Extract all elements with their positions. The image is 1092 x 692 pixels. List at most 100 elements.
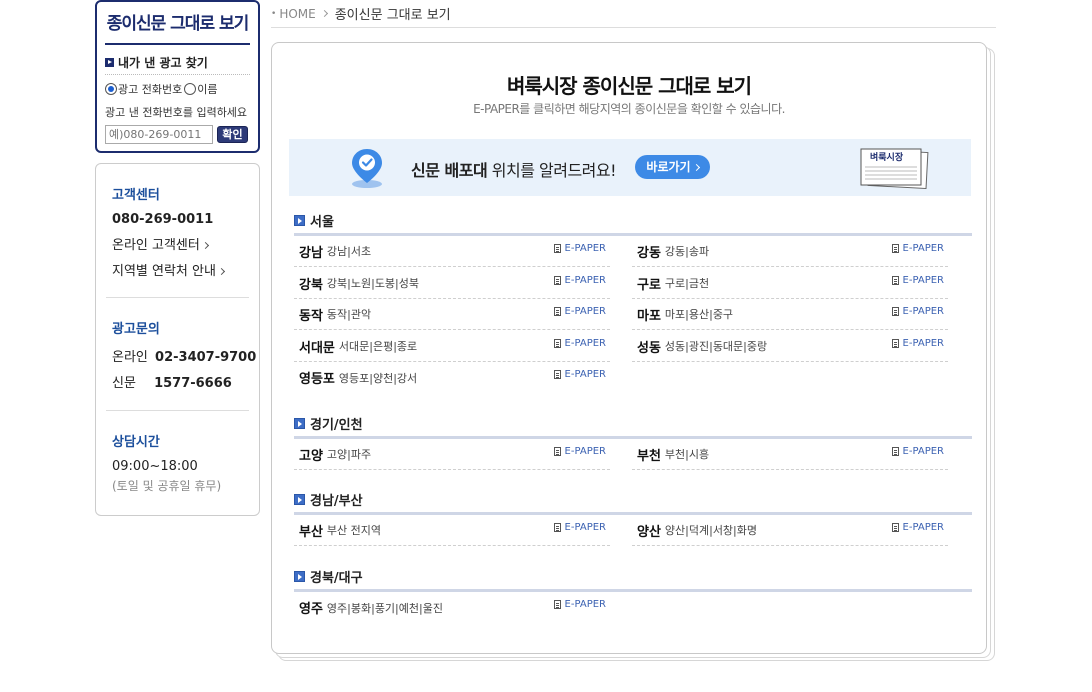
goto-button[interactable]: 바로가기 xyxy=(635,155,710,179)
epaper-panel: 벼룩시장 종이신문 그대로 보기 E-PAPER를 클릭하면 해당지역의 종이신… xyxy=(271,42,987,654)
epaper-link[interactable]: E-PAPER xyxy=(553,446,606,457)
regional-contact-label[interactable]: 지역별 연락처 안내 xyxy=(112,264,216,279)
ad-paper-phone: 1577-6666 xyxy=(154,376,232,391)
goto-button-label[interactable]: 바로가기 xyxy=(646,160,690,174)
newspaper-icon: 벼룩시장 xyxy=(860,148,929,189)
region-item-name: 구로 xyxy=(637,277,661,293)
region-item: 영등포 영등포|양천|강서 E-PAPER xyxy=(294,362,610,393)
region-name: 서울 xyxy=(310,214,334,230)
region-item-name: 동작 xyxy=(299,308,323,324)
search-hint: 광고 낸 전화번호를 입력하세요 xyxy=(105,106,248,119)
region-item-name: 부산 xyxy=(299,524,323,540)
epaper-label[interactable]: E-PAPER xyxy=(903,446,944,457)
radio-phone-label[interactable]: 광고 전화번호 xyxy=(118,81,182,97)
bullet-arrow-icon xyxy=(294,417,305,429)
regional-contact-link[interactable]: 지역별 연락처 안내 xyxy=(112,260,243,279)
hours-note: (토일 및 공휴일 휴무) xyxy=(112,479,222,493)
epaper-label[interactable]: E-PAPER xyxy=(565,243,606,254)
epaper-link[interactable]: E-PAPER xyxy=(553,599,606,610)
customer-center-heading: 고객센터 xyxy=(112,188,160,203)
find-my-ad-heading: 내가 낸 광고 찾기 xyxy=(105,51,250,75)
epaper-link[interactable]: E-PAPER xyxy=(553,243,606,254)
ad-paper-row: 신문 1577-6666 xyxy=(112,372,243,391)
ad-search-box: 종이신문 그대로 보기 내가 낸 광고 찾기 광고 전화번호 이름 광고 낸 전… xyxy=(95,0,260,153)
phone-input[interactable] xyxy=(105,125,213,144)
region-item-name: 영등포 xyxy=(299,372,335,387)
region-item-name: 부천 xyxy=(637,448,661,464)
radio-phone[interactable] xyxy=(105,83,117,95)
search-input-row: 확인 xyxy=(105,125,250,144)
region-item: 고양 고양|파주 E-PAPER xyxy=(294,439,610,470)
epaper-link[interactable]: E-PAPER xyxy=(553,522,606,533)
region-seoul: 서울 강남 강남|서초 E-PAPER 강동 강동|송파 E-PAPER 강북 … xyxy=(294,210,972,387)
online-cs-link[interactable]: 온라인 고객센터 xyxy=(112,234,243,253)
epaper-label[interactable]: E-PAPER xyxy=(565,446,606,457)
epaper-link[interactable]: E-PAPER xyxy=(891,306,944,317)
epaper-link[interactable]: E-PAPER xyxy=(891,446,944,457)
search-type-radios: 광고 전화번호 이름 xyxy=(105,81,250,97)
distribution-banner[interactable]: 신문 배포대 위치를 알려드려요! 바로가기 벼룩시장 xyxy=(289,139,971,196)
epaper-label[interactable]: E-PAPER xyxy=(903,275,944,286)
hours-value: 09:00~18:00 xyxy=(112,459,198,474)
region-item-areas: 부천|시흥 xyxy=(664,448,710,461)
region-gyeongnam-busan: 경남/부산 부산 부산 전지역 E-PAPER 양산 양산|덕계|서창|화명 E… xyxy=(294,489,972,546)
document-icon xyxy=(891,276,899,285)
online-cs-label[interactable]: 온라인 고객센터 xyxy=(112,238,200,253)
banner-text: 신문 배포대 위치를 알려드려요! xyxy=(411,157,617,181)
region-item-areas: 성동|광진|동대문|중랑 xyxy=(664,340,768,353)
epaper-label[interactable]: E-PAPER xyxy=(565,338,606,349)
bullet-arrow-icon xyxy=(294,214,305,226)
bullet-arrow-icon xyxy=(294,493,305,505)
epaper-link[interactable]: E-PAPER xyxy=(891,338,944,349)
ad-inquiry-heading: 광고문의 xyxy=(112,322,160,337)
region-item-areas: 강북|노원|도봉|성북 xyxy=(326,277,419,290)
region-heading: 경남/부산 xyxy=(294,489,972,509)
region-item: 양산 양산|덕계|서창|화명 E-PAPER xyxy=(632,515,948,546)
region-name: 경남/부산 xyxy=(310,493,363,509)
region-name: 경기/인천 xyxy=(310,417,363,433)
document-icon xyxy=(553,447,561,456)
epaper-link[interactable]: E-PAPER xyxy=(553,306,606,317)
epaper-label[interactable]: E-PAPER xyxy=(903,243,944,254)
breadcrumb-current: 종이신문 그대로 보기 xyxy=(334,8,451,23)
epaper-link[interactable]: E-PAPER xyxy=(891,275,944,286)
radio-name-label[interactable]: 이름 xyxy=(197,81,217,97)
epaper-link[interactable]: E-PAPER xyxy=(891,243,944,254)
epaper-label[interactable]: E-PAPER xyxy=(903,306,944,317)
newspaper-label: 벼룩시장 xyxy=(870,151,904,163)
document-icon xyxy=(553,370,561,379)
epaper-link[interactable]: E-PAPER xyxy=(553,338,606,349)
radio-name[interactable] xyxy=(184,83,197,95)
ad-online-row: 온라인 02-3407-9700 xyxy=(112,346,256,365)
epaper-link[interactable]: E-PAPER xyxy=(553,369,606,380)
chevron-right-icon xyxy=(692,163,700,172)
epaper-label[interactable]: E-PAPER xyxy=(565,599,606,610)
chevron-right-icon xyxy=(217,267,225,276)
epaper-label[interactable]: E-PAPER xyxy=(903,522,944,533)
page-subtitle: E-PAPER를 클릭하면 해당지역의 종이신문을 확인할 수 있습니다. xyxy=(473,102,785,116)
region-item: 강동 강동|송파 E-PAPER xyxy=(632,236,948,267)
region-item-name: 고양 xyxy=(299,448,323,464)
breadcrumb-home[interactable]: HOME xyxy=(279,7,315,21)
region-name: 경북/대구 xyxy=(310,570,363,586)
region-item: 부산 부산 전지역 E-PAPER xyxy=(294,515,610,546)
epaper-label[interactable]: E-PAPER xyxy=(565,275,606,286)
region-item-name: 강북 xyxy=(299,277,323,293)
confirm-button[interactable]: 확인 xyxy=(217,126,248,143)
region-item-name: 양산 xyxy=(637,524,661,540)
epaper-label[interactable]: E-PAPER xyxy=(903,338,944,349)
region-item-name: 성동 xyxy=(637,340,661,356)
epaper-link[interactable]: E-PAPER xyxy=(891,522,944,533)
epaper-label[interactable]: E-PAPER xyxy=(565,306,606,317)
document-icon xyxy=(891,244,899,253)
epaper-label[interactable]: E-PAPER xyxy=(565,369,606,380)
region-item: 서대문 서대문|은평|종로 E-PAPER xyxy=(294,331,610,362)
region-item-areas: 강남|서초 xyxy=(326,245,372,258)
search-box-title: 종이신문 그대로 보기 xyxy=(105,2,250,45)
customer-center-phone: 080-269-0011 xyxy=(112,212,214,227)
document-icon xyxy=(891,523,899,532)
region-item-areas: 서대문|은평|종로 xyxy=(338,340,418,353)
region-item: 동작 동작|관악 E-PAPER xyxy=(294,299,610,330)
epaper-link[interactable]: E-PAPER xyxy=(553,275,606,286)
epaper-label[interactable]: E-PAPER xyxy=(565,522,606,533)
